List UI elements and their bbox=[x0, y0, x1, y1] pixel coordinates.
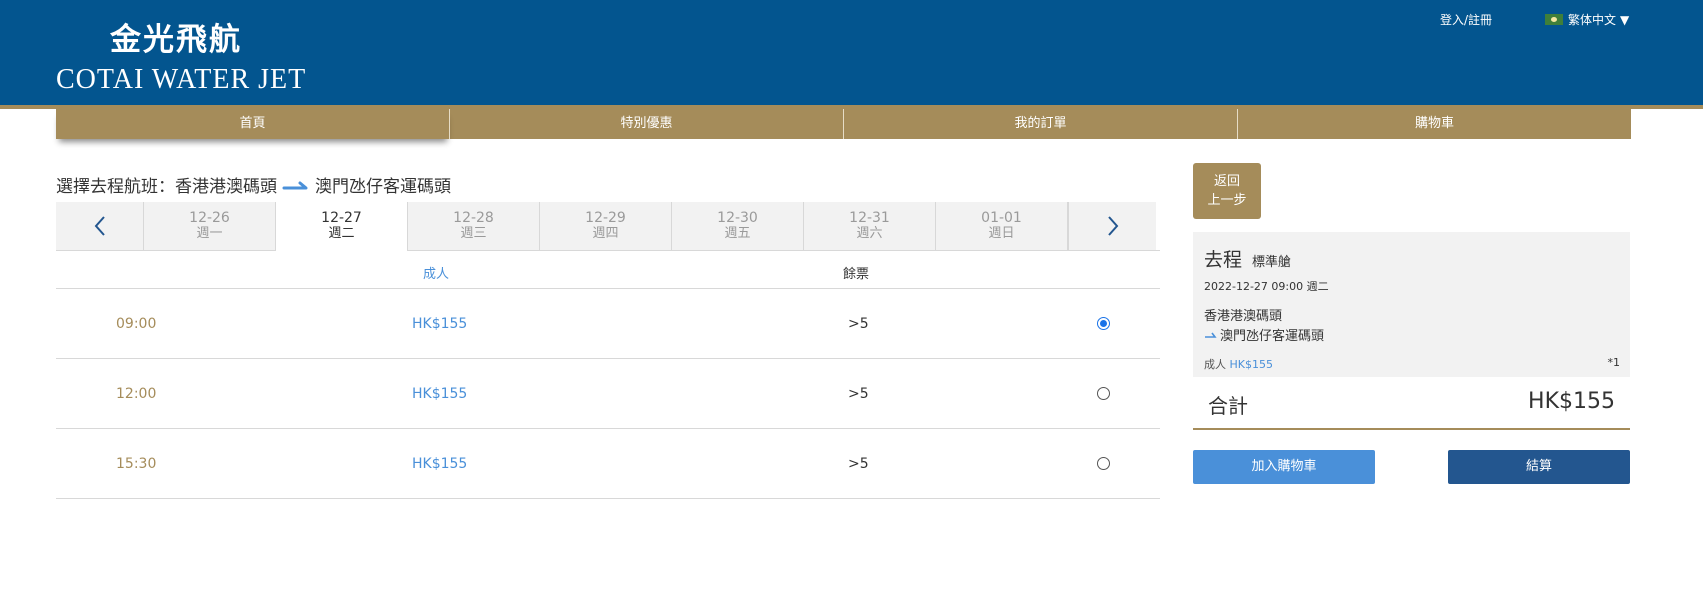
column-header-remaining: 餘票 bbox=[843, 267, 870, 282]
passenger-quantity: *1 bbox=[1607, 356, 1621, 369]
date-tab[interactable]: 12-26 週一 bbox=[144, 202, 276, 250]
macau-flag-icon bbox=[1545, 14, 1563, 25]
date-tab-weekday: 週一 bbox=[196, 226, 223, 241]
add-to-cart-button[interactable]: 加入購物車 bbox=[1193, 450, 1375, 484]
logo-english[interactable]: COTAI WATER JET bbox=[56, 64, 306, 96]
main-nav: 首頁 特別優惠 我的訂單 購物車 bbox=[56, 109, 1631, 139]
date-tab[interactable]: 12-31 週六 bbox=[804, 202, 936, 250]
chevron-right-icon bbox=[1107, 216, 1118, 236]
remaining-tickets: >5 bbox=[848, 386, 869, 402]
chevron-left-icon bbox=[94, 216, 105, 236]
passenger-type: 成人 bbox=[1204, 358, 1226, 371]
sailing-radio[interactable] bbox=[1097, 457, 1110, 470]
route-title: 選擇去程航班： 香港港澳碼頭 澳門氹仔客運碼頭 bbox=[56, 172, 451, 197]
date-tab-date: 12-30 bbox=[717, 210, 758, 226]
date-tab-date: 12-31 bbox=[849, 210, 890, 226]
total-row: 合計 HK$155 bbox=[1193, 377, 1630, 430]
back-button[interactable]: 返回 上一步 bbox=[1193, 163, 1261, 219]
date-tab-selected[interactable]: 12-27 週二 bbox=[276, 202, 408, 251]
summary-class: 標準艙 bbox=[1252, 255, 1292, 270]
date-tab-weekday: 週二 bbox=[328, 226, 355, 241]
language-selector[interactable]: 繁体中文 ▼ bbox=[1545, 11, 1629, 28]
summary-from: 香港港澳碼頭 bbox=[1204, 309, 1283, 324]
sailing-row[interactable]: 15:30 HK$155 >5 bbox=[56, 429, 1160, 499]
nav-special-offers[interactable]: 特別優惠 bbox=[450, 109, 844, 139]
date-tab-date: 12-28 bbox=[453, 210, 494, 226]
adult-price: HK$155 bbox=[412, 456, 468, 472]
nav-my-orders[interactable]: 我的訂單 bbox=[844, 109, 1238, 139]
departure-time: 15:30 bbox=[116, 456, 157, 472]
date-tab[interactable]: 01-01 週日 bbox=[936, 202, 1068, 250]
logo-chinese[interactable]: 金光飛航 bbox=[110, 14, 242, 59]
back-button-line2: 上一步 bbox=[1207, 193, 1247, 208]
caret-down-icon: ▼ bbox=[1620, 12, 1630, 27]
summary-to-line: 澳門氹仔客運碼頭 bbox=[1204, 325, 1324, 344]
sailing-row[interactable]: 12:00 HK$155 >5 bbox=[56, 359, 1160, 429]
date-tab-weekday: 週三 bbox=[460, 226, 487, 241]
language-label: 繁体中文 bbox=[1568, 13, 1617, 27]
adult-price: HK$155 bbox=[412, 316, 468, 332]
login-register-link[interactable]: 登入/註冊 bbox=[1440, 11, 1492, 28]
remaining-tickets: >5 bbox=[848, 456, 869, 472]
route-prefix: 選擇去程航班： bbox=[56, 177, 175, 197]
column-header-adult: 成人 bbox=[423, 267, 450, 282]
passenger-price: HK$155 bbox=[1229, 358, 1273, 371]
date-tab[interactable]: 12-28 週三 bbox=[408, 202, 540, 250]
date-tab-date: 12-29 bbox=[585, 210, 626, 226]
remaining-tickets: >5 bbox=[848, 316, 869, 332]
nav-home[interactable]: 首頁 bbox=[56, 109, 450, 139]
date-tab[interactable]: 12-30 週五 bbox=[672, 202, 804, 250]
back-button-line1: 返回 bbox=[1213, 174, 1240, 189]
date-tab[interactable]: 12-29 週四 bbox=[540, 202, 672, 250]
route-to: 澳門氹仔客運碼頭 bbox=[315, 177, 451, 197]
summary-to: 澳門氹仔客運碼頭 bbox=[1220, 329, 1325, 344]
date-tab-weekday: 週四 bbox=[592, 226, 619, 241]
total-label: 合計 bbox=[1208, 394, 1248, 418]
date-tab-date: 01-01 bbox=[981, 210, 1022, 226]
summary-title: 去程 bbox=[1204, 249, 1243, 271]
total-value: HK$155 bbox=[1528, 389, 1615, 414]
date-tab-weekday: 週六 bbox=[856, 226, 883, 241]
date-tab-date: 12-27 bbox=[321, 210, 362, 226]
prev-dates-button[interactable] bbox=[56, 202, 144, 250]
summary-passenger: 成人 HK$155 bbox=[1204, 356, 1273, 372]
route-arrow-icon bbox=[282, 181, 308, 189]
checkout-button[interactable]: 結算 bbox=[1448, 450, 1630, 484]
date-tab-weekday: 週日 bbox=[988, 226, 1015, 241]
date-tab-date: 12-26 bbox=[189, 210, 230, 226]
departure-time: 12:00 bbox=[116, 386, 157, 402]
route-from: 香港港澳碼頭 bbox=[175, 177, 277, 197]
trip-summary: 去程 標準艙 2022-12-27 09:00 週二 香港港澳碼頭 澳門氹仔客運… bbox=[1193, 232, 1630, 377]
sailing-radio[interactable] bbox=[1097, 387, 1110, 400]
site-header: 金光飛航 COTAI WATER JET 登入/註冊 繁体中文 ▼ bbox=[0, 0, 1703, 109]
adult-price: HK$155 bbox=[412, 386, 468, 402]
route-arrow-icon bbox=[1205, 332, 1217, 338]
sailing-radio-selected[interactable] bbox=[1097, 317, 1110, 330]
next-dates-button[interactable] bbox=[1068, 202, 1156, 250]
sailing-row[interactable]: 09:00 HK$155 >5 bbox=[56, 289, 1160, 359]
nav-cart[interactable]: 購物車 bbox=[1238, 109, 1631, 139]
summary-datetime: 2022-12-27 09:00 週二 bbox=[1204, 280, 1329, 293]
date-selector: 12-26 週一 12-27 週二 12-28 週三 12-29 週四 12-3… bbox=[56, 202, 1160, 251]
departure-time: 09:00 bbox=[116, 316, 157, 332]
date-tab-weekday: 週五 bbox=[724, 226, 751, 241]
